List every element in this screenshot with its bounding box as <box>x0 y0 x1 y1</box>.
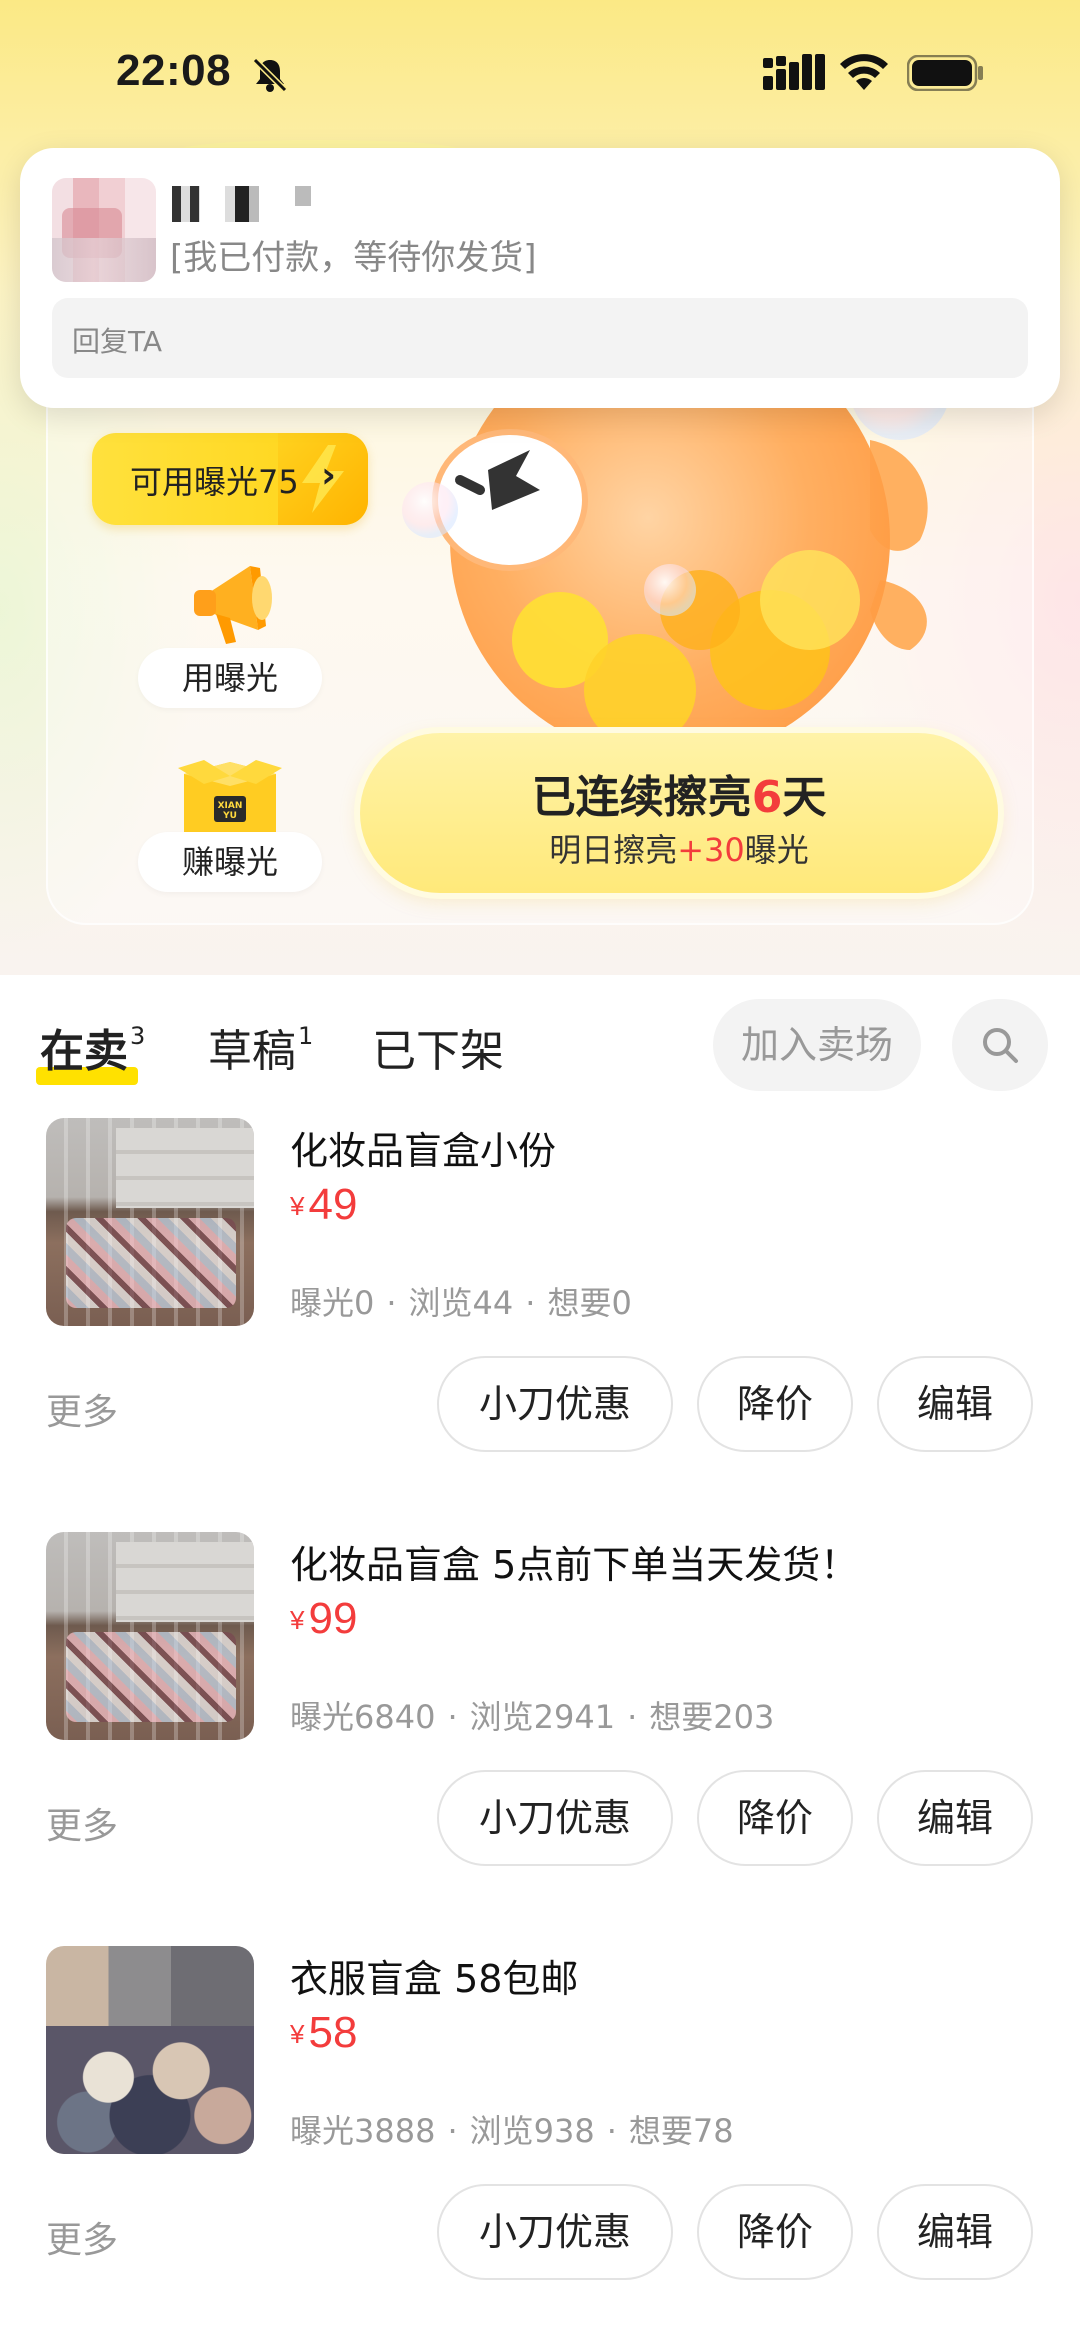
streak-title: 已连续擦亮6天 <box>531 772 827 823</box>
knife-discount-button[interactable]: 小刀优惠 <box>437 1356 673 1452</box>
megaphone-icon[interactable] <box>180 552 280 652</box>
sender-name-blurred-2 <box>225 186 259 222</box>
listing-title[interactable]: 化妆品盲盒小份 <box>290 1120 556 1175</box>
tab-drafts[interactable]: 草稿1 <box>208 1015 313 1079</box>
reduce-price-button[interactable]: 降价 <box>697 2184 853 2280</box>
edit-button[interactable]: 编辑 <box>877 2184 1033 2280</box>
reduce-price-button[interactable]: 降价 <box>697 1356 853 1452</box>
wifi-icon <box>840 54 888 90</box>
available-exposure-button[interactable]: 可用曝光75 › <box>92 433 368 525</box>
edit-button[interactable]: 编辑 <box>877 1770 1033 1866</box>
listing-stats: 曝光0 · 浏览44 · 想要0 <box>290 1284 632 1322</box>
listing-title[interactable]: 衣服盲盒 58包邮 <box>290 1948 578 2003</box>
edit-button[interactable]: 编辑 <box>877 1356 1033 1452</box>
search-icon <box>983 1028 1018 1063</box>
listing-stats: 曝光6840 · 浏览2941 · 想要203 <box>290 1698 775 1736</box>
reduce-price-button[interactable]: 降价 <box>697 1770 853 1866</box>
listing-item[interactable]: 衣服盲盒 58包邮 ¥58 曝光3888 · 浏览938 · 想要78 更多 小刀优惠 … <box>0 1946 1080 2340</box>
battery-icon <box>907 55 983 91</box>
more-button[interactable]: 更多 <box>46 2211 118 2263</box>
sender-name-blurred <box>172 186 200 222</box>
status-bar: 22:08 <box>0 0 1080 140</box>
box-icon[interactable]: XIAN YU <box>178 752 282 840</box>
signal-icon <box>763 54 825 90</box>
earn-exposure-button[interactable]: 赚曝光 <box>138 832 322 892</box>
listing-stats: 曝光3888 · 浏览938 · 想要78 <box>290 2112 734 2150</box>
streak-bonus: +30 <box>677 831 745 869</box>
listing-price: ¥49 <box>290 1180 358 1229</box>
listing-title[interactable]: 化妆品盲盒 5点前下单当天发货！ <box>290 1534 858 1589</box>
more-button[interactable]: 更多 <box>46 1383 118 1435</box>
streak-days: 6 <box>751 772 783 823</box>
avatar <box>52 178 156 282</box>
streak-subtitle: 明日擦亮+30曝光 <box>549 831 809 869</box>
bell-off-icon <box>252 57 288 93</box>
use-exposure-button[interactable]: 用曝光 <box>138 648 322 708</box>
reply-input[interactable]: 回复TA <box>52 298 1028 378</box>
status-time: 22:08 <box>116 46 232 95</box>
listing-item[interactable]: 化妆品盲盒 5点前下单当天发货！ ¥99 曝光6840 · 浏览2941 · 想要203… <box>0 1532 1080 1942</box>
listing-thumbnail[interactable] <box>46 1118 254 1326</box>
chevron-right-icon: › <box>321 455 336 496</box>
listing-price: ¥58 <box>290 2008 358 2057</box>
svg-text:YU: YU <box>222 811 237 821</box>
listing-price: ¥99 <box>290 1594 358 1643</box>
tab-selling[interactable]: 在卖3 <box>40 1015 145 1079</box>
svg-text:XIAN: XIAN <box>218 801 243 811</box>
listing-tabs: 在卖3 草稿1 已下架 加入卖场 <box>0 975 1080 1100</box>
search-button[interactable] <box>952 999 1048 1091</box>
join-market-button[interactable]: 加入卖场 <box>713 999 921 1091</box>
available-exposure-label: 可用曝光75 <box>130 463 299 501</box>
listing-thumbnail[interactable] <box>46 1946 254 2154</box>
streak-card[interactable]: 已连续擦亮6天 明日擦亮+30曝光 <box>360 733 998 893</box>
notification-message: [我已付款，等待你发货] <box>170 238 537 278</box>
tab-delisted[interactable]: 已下架 <box>372 1015 504 1079</box>
listing-thumbnail[interactable] <box>46 1532 254 1740</box>
sender-name-blurred-3 <box>295 186 311 206</box>
knife-discount-button[interactable]: 小刀优惠 <box>437 2184 673 2280</box>
more-button[interactable]: 更多 <box>46 1797 118 1849</box>
listing-item[interactable]: 化妆品盲盒小份 ¥49 曝光0 · 浏览44 · 想要0 更多 小刀优惠 降价 编辑 <box>0 1118 1080 1528</box>
knife-discount-button[interactable]: 小刀优惠 <box>437 1770 673 1866</box>
reply-placeholder: 回复TA <box>72 325 163 358</box>
